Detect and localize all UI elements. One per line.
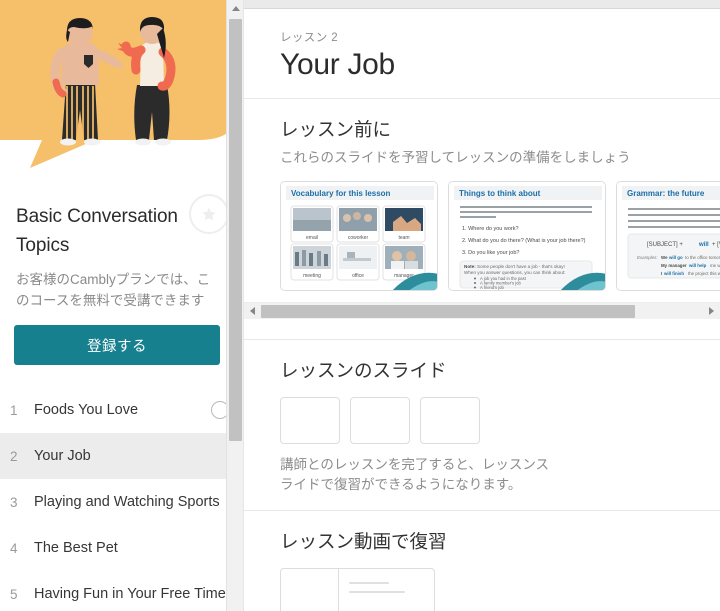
slide-thumbnail-questions[interactable]: Things to think about 1. Where do you wo… bbox=[448, 181, 606, 291]
svg-text:When you answer questions, you: When you answer questions, you can think… bbox=[464, 270, 565, 275]
lesson-kicker: レッスン 2 bbox=[280, 32, 338, 44]
lesson-number: 2 bbox=[10, 448, 18, 464]
svg-text:Things to think about: Things to think about bbox=[459, 189, 541, 198]
slide-thumbnail-grammar[interactable]: Grammar: the future [SUBJECT] + will + [… bbox=[616, 181, 720, 291]
scroll-left-button[interactable] bbox=[244, 303, 261, 320]
scroll-right-button[interactable] bbox=[703, 303, 720, 320]
svg-text:+ [VERB]: + [VERB] bbox=[712, 242, 720, 248]
lesson-video-heading: レッスン動画で復習 bbox=[280, 531, 447, 552]
svg-text:3. Do you like your job?: 3. Do you like your job? bbox=[462, 250, 519, 256]
svg-text:1. Where do you work?: 1. Where do you work? bbox=[462, 226, 519, 232]
svg-text:Grammar: the future: Grammar: the future bbox=[627, 189, 705, 198]
lesson-number: 1 bbox=[10, 402, 18, 418]
before-lesson-heading: レッスン前に bbox=[280, 119, 392, 140]
lesson-number: 4 bbox=[10, 540, 18, 556]
svg-text:Examples:: Examples: bbox=[637, 255, 658, 260]
svg-text:the project this week.: the project this week. bbox=[688, 271, 720, 276]
slide-placeholder bbox=[350, 397, 410, 444]
svg-text:coworker: coworker bbox=[348, 235, 369, 241]
top-bar bbox=[244, 0, 720, 9]
video-text-placeholder bbox=[339, 569, 434, 611]
slide-horizontal-scrollbar[interactable] bbox=[244, 302, 720, 319]
svg-text:office: office bbox=[352, 273, 364, 279]
lesson-row-5[interactable]: 5 Having Fun in Your Free Time bbox=[0, 571, 243, 611]
course-page: Basic Conversation Topics お客様のCamblyプランで… bbox=[0, 0, 720, 611]
lesson-row-2[interactable]: 2 Your Job bbox=[0, 433, 243, 479]
video-placeholder-card bbox=[280, 568, 435, 611]
svg-text:team: team bbox=[398, 235, 409, 241]
slide-carousel[interactable]: Vocabulary for this lesson email coworke… bbox=[280, 181, 720, 293]
course-sidebar: Basic Conversation Topics お客様のCamblyプランで… bbox=[0, 0, 243, 611]
slide-placeholder bbox=[280, 397, 340, 444]
enroll-button[interactable]: 登録する bbox=[14, 325, 220, 365]
lesson-list: 1 Foods You Love 2 Your Job 3 Playing an… bbox=[0, 387, 243, 611]
lesson-title: The Best Pet bbox=[34, 540, 118, 556]
svg-text:[SUBJECT] +: [SUBJECT] + bbox=[647, 242, 683, 248]
video-thumbnail-placeholder bbox=[281, 569, 339, 611]
triangle-right-icon bbox=[709, 307, 714, 315]
lesson-slides-section: レッスンのスライド 講師とのレッスンを完了すると、レッスンスライドで復習ができる… bbox=[244, 340, 720, 495]
svg-text:Some people don't have a job -: Some people don't have a job - that's ok… bbox=[477, 264, 565, 269]
star-icon bbox=[202, 207, 216, 221]
svg-text:me with the report.: me with the report. bbox=[710, 263, 720, 268]
lesson-main-panel: レッスン 2 Your Job レッスン前に これらのスライドを予習してレッスン… bbox=[243, 0, 720, 611]
lesson-row-1[interactable]: 1 Foods You Love bbox=[0, 387, 243, 433]
svg-text:My manager: My manager bbox=[661, 263, 687, 268]
scrollbar-thumb[interactable] bbox=[261, 304, 635, 318]
lesson-slide-placeholders bbox=[280, 397, 720, 444]
svg-text:meeting: meeting bbox=[303, 273, 321, 279]
lesson-number: 5 bbox=[10, 586, 18, 602]
lesson-number: 3 bbox=[10, 494, 18, 510]
two-people-talking-icon bbox=[0, 0, 243, 168]
skeleton-line bbox=[349, 591, 405, 593]
svg-text:will finish: will finish bbox=[663, 271, 684, 276]
svg-text:I: I bbox=[661, 271, 662, 276]
lesson-row-4[interactable]: 4 The Best Pet bbox=[0, 525, 243, 571]
triangle-up-icon bbox=[231, 6, 240, 11]
svg-text:will: will bbox=[698, 242, 709, 248]
lesson-title: Your Job bbox=[34, 448, 91, 464]
before-lesson-section: レッスン前に これらのスライドを予習してレッスンの準備をしましょう Vocabu… bbox=[244, 99, 720, 293]
svg-text:We: We bbox=[661, 255, 668, 260]
sidebar-vertical-scrollbar[interactable] bbox=[226, 0, 243, 611]
svg-text:to the office tomorrow.: to the office tomorrow. bbox=[685, 255, 720, 260]
lesson-header: レッスン 2 Your Job bbox=[244, 9, 720, 82]
svg-text:will help: will help bbox=[688, 263, 707, 268]
slide-placeholder bbox=[420, 397, 480, 444]
svg-text:Vocabulary for this lesson: Vocabulary for this lesson bbox=[291, 189, 391, 198]
before-lesson-subheading: これらのスライドを予習してレッスンの準備をしましょう bbox=[280, 150, 631, 165]
slide-thumbnail-vocabulary[interactable]: Vocabulary for this lesson email coworke… bbox=[280, 181, 438, 291]
favorite-button[interactable] bbox=[189, 194, 229, 234]
course-header: Basic Conversation Topics お客様のCamblyプランで… bbox=[0, 188, 243, 311]
scrollbar-thumb[interactable] bbox=[229, 19, 242, 441]
lesson-slides-heading: レッスンのスライド bbox=[280, 360, 447, 381]
lesson-video-section: レッスン動画で復習 bbox=[244, 511, 720, 611]
lesson-title: Playing and Watching Sports bbox=[34, 494, 220, 510]
course-title: Basic Conversation Topics bbox=[16, 206, 178, 256]
hero-illustration bbox=[0, 0, 243, 188]
svg-text:Note:: Note: bbox=[464, 264, 476, 269]
lesson-row-3[interactable]: 3 Playing and Watching Sports bbox=[0, 479, 243, 525]
skeleton-line bbox=[349, 582, 389, 584]
triangle-left-icon bbox=[250, 307, 255, 315]
svg-text:email: email bbox=[306, 235, 318, 241]
lesson-title: Foods You Love bbox=[34, 402, 139, 418]
svg-text:2. What do you do there? (Wha: 2. What do you do there? (What is your j… bbox=[462, 238, 586, 244]
lesson-title: Having Fun in Your Free Time bbox=[34, 586, 226, 602]
svg-text:will go: will go bbox=[668, 255, 683, 260]
lesson-slides-note: 講師とのレッスンを完了すると、レッスンスライドで復習ができるようになります。 bbox=[280, 457, 550, 492]
course-description: お客様のCamblyプランでは、このコースを無料で受講できます bbox=[16, 272, 211, 308]
scrollbar-track[interactable] bbox=[261, 303, 703, 320]
scroll-up-button[interactable] bbox=[227, 0, 243, 17]
svg-text:A friend's job: A friend's job bbox=[480, 285, 505, 290]
page-title: Your Job bbox=[280, 48, 395, 81]
